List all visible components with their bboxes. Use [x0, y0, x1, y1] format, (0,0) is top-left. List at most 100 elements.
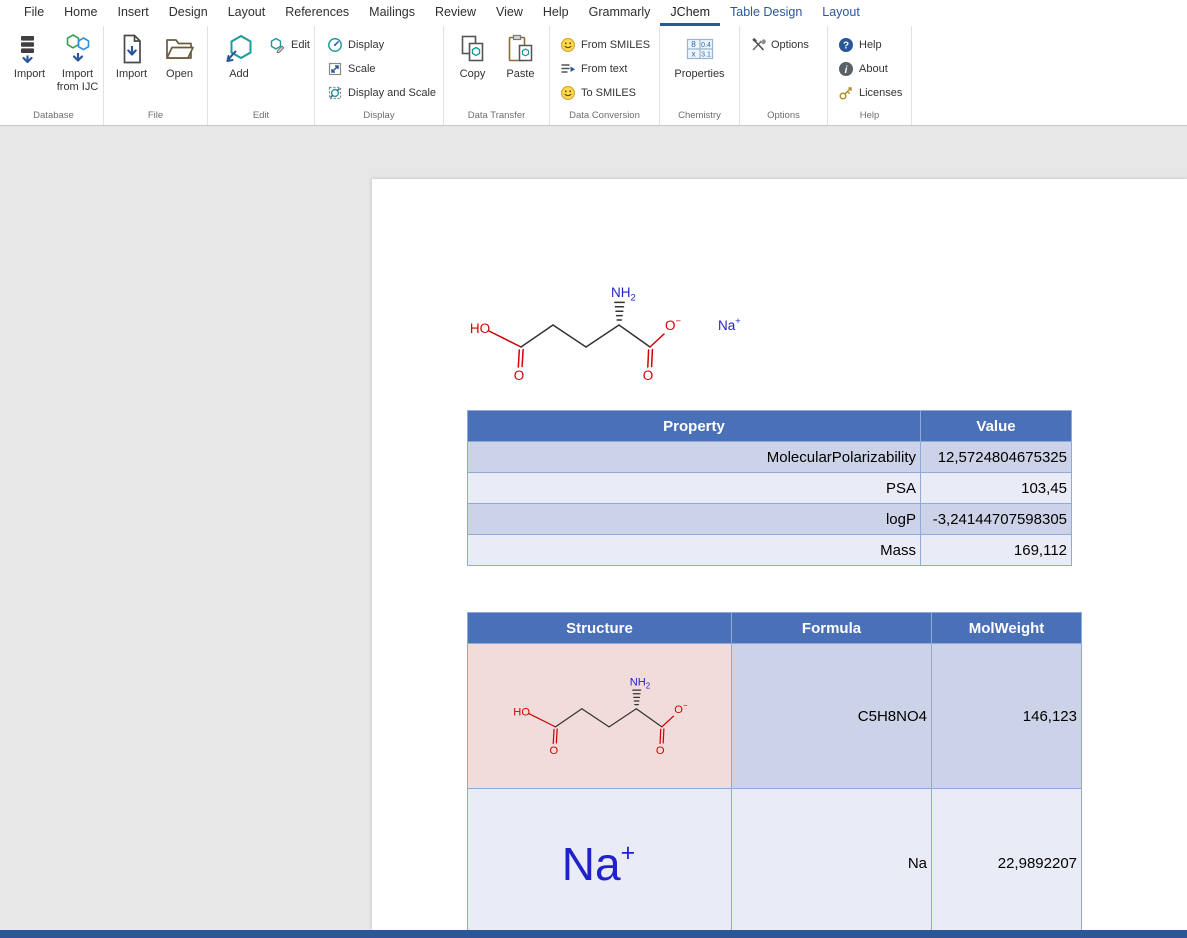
tab-layout-contextual[interactable]: Layout: [812, 2, 870, 27]
database-import-button[interactable]: Import: [6, 28, 54, 104]
about-info-icon: i: [838, 61, 854, 77]
structure-cell-molecule[interactable]: [468, 644, 732, 789]
from-smiles-label: From SMILES: [581, 39, 650, 51]
tab-jchem[interactable]: JChem: [660, 2, 720, 27]
formula-cell[interactable]: C5H8NO4: [732, 644, 932, 789]
table-row: Na+ Na 22,9892207: [468, 789, 1082, 931]
sodium-charge: +: [621, 839, 636, 867]
options-label: Options: [771, 39, 809, 51]
table-row: C5H8NO4 146,123: [468, 644, 1082, 789]
from-smiles-button[interactable]: From SMILES: [556, 36, 654, 54]
property-value-cell[interactable]: -3,24144707598305: [921, 504, 1072, 535]
tab-review[interactable]: Review: [425, 2, 486, 27]
tab-help[interactable]: Help: [533, 2, 579, 27]
table-header-row: Structure Formula MolWeight: [468, 613, 1082, 644]
display-and-scale-button[interactable]: Display and Scale: [323, 84, 440, 102]
from-text-label: From text: [581, 63, 627, 75]
property-name-cell[interactable]: MolecularPolarizability: [468, 442, 921, 473]
display-icon: [327, 37, 343, 53]
import-from-ijc-label: Import from IJC: [54, 68, 102, 94]
formula-cell[interactable]: Na: [732, 789, 932, 931]
table-row: PSA 103,45: [468, 473, 1072, 504]
paste-label: Paste: [506, 68, 534, 81]
property-value-cell[interactable]: 103,45: [921, 473, 1072, 504]
tab-insert[interactable]: Insert: [108, 2, 159, 27]
property-name-cell[interactable]: logP: [468, 504, 921, 535]
tab-home[interactable]: Home: [54, 2, 107, 27]
table-row: logP -3,24144707598305: [468, 504, 1072, 535]
about-button[interactable]: i About: [834, 60, 892, 78]
copy-icon: [457, 33, 489, 65]
open-folder-icon: [164, 33, 196, 65]
import-from-ijc-button[interactable]: Import from IJC: [54, 28, 102, 104]
options-button[interactable]: Options: [746, 36, 813, 54]
add-structure-icon: [223, 33, 255, 65]
tab-layout[interactable]: Layout: [218, 2, 276, 27]
property-value-cell[interactable]: 12,5724804675325: [921, 442, 1072, 473]
formula-column-header[interactable]: Formula: [732, 613, 932, 644]
licenses-key-icon: [838, 85, 854, 101]
property-name-cell[interactable]: PSA: [468, 473, 921, 504]
group-label-file: File: [104, 109, 207, 125]
tab-mailings[interactable]: Mailings: [359, 2, 425, 27]
file-import-button[interactable]: Import: [108, 28, 156, 104]
svg-text:i: i: [845, 65, 848, 76]
from-text-button[interactable]: From text: [556, 60, 631, 78]
ribbon-group-help: ? Help i About: [828, 26, 912, 125]
property-name-cell[interactable]: Mass: [468, 535, 921, 566]
display-and-scale-icon: [327, 85, 343, 101]
word-window: File Home Insert Design Layout Reference…: [0, 0, 1187, 938]
file-import-label: Import: [116, 68, 147, 81]
tab-design[interactable]: Design: [159, 2, 218, 27]
properties-button[interactable]: 8 0.4 x 3.1 Properties: [670, 28, 730, 104]
properties-icon-text: 0.4: [701, 42, 711, 49]
table-row: MolecularPolarizability 12,5724804675325: [468, 442, 1072, 473]
paste-button[interactable]: Paste: [497, 28, 545, 104]
molweight-column-header[interactable]: MolWeight: [932, 613, 1082, 644]
add-button[interactable]: Add: [220, 28, 258, 104]
property-column-header[interactable]: Property: [468, 411, 921, 442]
sodium-ion-label: Na+: [718, 316, 741, 333]
ribbon-group-database: Import Import from IJC Database: [4, 26, 104, 125]
jchem-ribbon: Import Import from IJC Database: [0, 26, 1187, 126]
edit-button[interactable]: Edit: [266, 36, 314, 54]
status-bar: [0, 930, 1187, 938]
value-column-header[interactable]: Value: [921, 411, 1072, 442]
edit-label: Edit: [291, 39, 310, 51]
database-import-icon: [14, 33, 46, 65]
structure-column-header[interactable]: Structure: [468, 613, 732, 644]
sodium-ion-display: Na+: [562, 841, 635, 887]
molecule-drawing[interactable]: Na+: [460, 272, 760, 392]
tab-view[interactable]: View: [486, 2, 533, 27]
group-label-data-transfer: Data Transfer: [444, 109, 549, 125]
document-page[interactable]: Na+ Property Value MolecularPolarizabili…: [372, 179, 1187, 930]
group-label-options: Options: [740, 109, 827, 125]
display-button[interactable]: Display: [323, 36, 388, 54]
about-label: About: [859, 63, 888, 75]
properties-icon: 8 0.4 x 3.1: [684, 33, 716, 65]
licenses-button[interactable]: Licenses: [834, 84, 906, 102]
ribbon-tab-bar: File Home Insert Design Layout Reference…: [0, 0, 1187, 26]
ribbon-group-data-transfer: Copy Paste Data Transfer: [444, 26, 550, 125]
tab-references[interactable]: References: [275, 2, 359, 27]
properties-label: Properties: [674, 68, 724, 81]
open-label: Open: [166, 68, 193, 81]
scale-button[interactable]: Scale: [323, 60, 380, 78]
display-and-scale-label: Display and Scale: [348, 87, 436, 99]
help-button[interactable]: ? Help: [834, 36, 886, 54]
molweight-cell[interactable]: 146,123: [932, 644, 1082, 789]
from-text-icon: [560, 61, 576, 77]
open-button[interactable]: Open: [156, 28, 204, 104]
scale-icon: [327, 61, 343, 77]
to-smiles-button[interactable]: To SMILES: [556, 84, 640, 102]
group-label-display: Display: [315, 109, 443, 125]
ribbon-group-edit: Add Edit Edit: [208, 26, 315, 125]
tab-grammarly[interactable]: Grammarly: [579, 2, 661, 27]
group-label-data-conversion: Data Conversion: [550, 109, 659, 125]
molweight-cell[interactable]: 22,9892207: [932, 789, 1082, 931]
tab-table-design[interactable]: Table Design: [720, 2, 812, 27]
copy-button[interactable]: Copy: [449, 28, 497, 104]
tab-file[interactable]: File: [14, 2, 54, 27]
property-value-cell[interactable]: 169,112: [921, 535, 1072, 566]
structure-cell-sodium[interactable]: Na+: [468, 789, 732, 931]
